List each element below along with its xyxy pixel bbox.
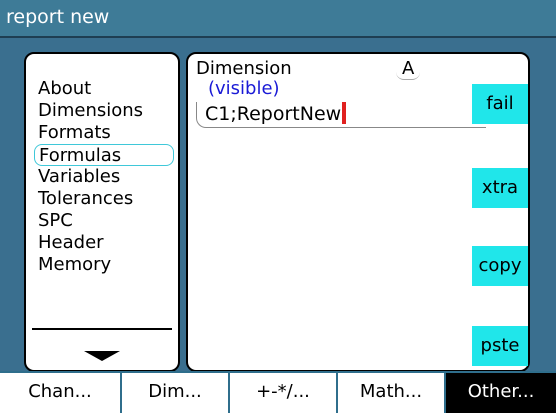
menu-list: About Dimensions Formats Formulas Variab… (34, 78, 174, 276)
tab-other[interactable]: Other... (446, 373, 556, 413)
copy-button[interactable]: copy (472, 246, 528, 286)
text-cursor (342, 102, 347, 124)
tab-math[interactable]: Math... (338, 373, 446, 413)
triangle-down-icon[interactable] (84, 351, 120, 361)
dimension-label: Dimension (196, 58, 292, 79)
screen: report new About Dimensions Formats Form… (0, 0, 556, 413)
menu-item-memory[interactable]: Memory (34, 254, 174, 276)
tab-dim[interactable]: Dim... (122, 373, 230, 413)
formula-input[interactable]: C1;ReportNew (196, 102, 486, 128)
menu-item-header[interactable]: Header (34, 232, 174, 254)
formula-value-wrapper: C1;ReportNew (205, 102, 347, 125)
workarea: About Dimensions Formats Formulas Variab… (0, 38, 556, 372)
tab-operators[interactable]: +-*/... (230, 373, 338, 413)
menu-item-variables[interactable]: Variables (34, 166, 174, 188)
formula-value: C1;ReportNew (205, 103, 342, 125)
tab-chan[interactable]: Chan... (0, 373, 122, 413)
menu-item-about[interactable]: About (34, 78, 174, 100)
menu-divider (32, 328, 172, 330)
xtra-button[interactable]: xtra (472, 168, 528, 208)
fail-button[interactable]: fail (472, 84, 528, 124)
menu-item-formats[interactable]: Formats (34, 122, 174, 144)
menu-item-spc[interactable]: SPC (34, 210, 174, 232)
menu-panel: About Dimensions Formats Formulas Variab… (24, 52, 180, 372)
visible-label: (visible) (208, 78, 280, 99)
formula-editor-panel: Dimension A (visible) C1;ReportNew fail … (186, 52, 530, 372)
bottom-tab-bar: Chan... Dim... +-*/... Math... Other... (0, 371, 556, 413)
menu-item-dimensions[interactable]: Dimensions (34, 100, 174, 122)
paste-button[interactable]: pste (472, 326, 528, 366)
dimension-letter[interactable]: A (396, 58, 421, 80)
menu-item-tolerances[interactable]: Tolerances (34, 188, 174, 210)
menu-item-formulas[interactable]: Formulas (34, 144, 174, 166)
window-title: report new (0, 0, 556, 38)
